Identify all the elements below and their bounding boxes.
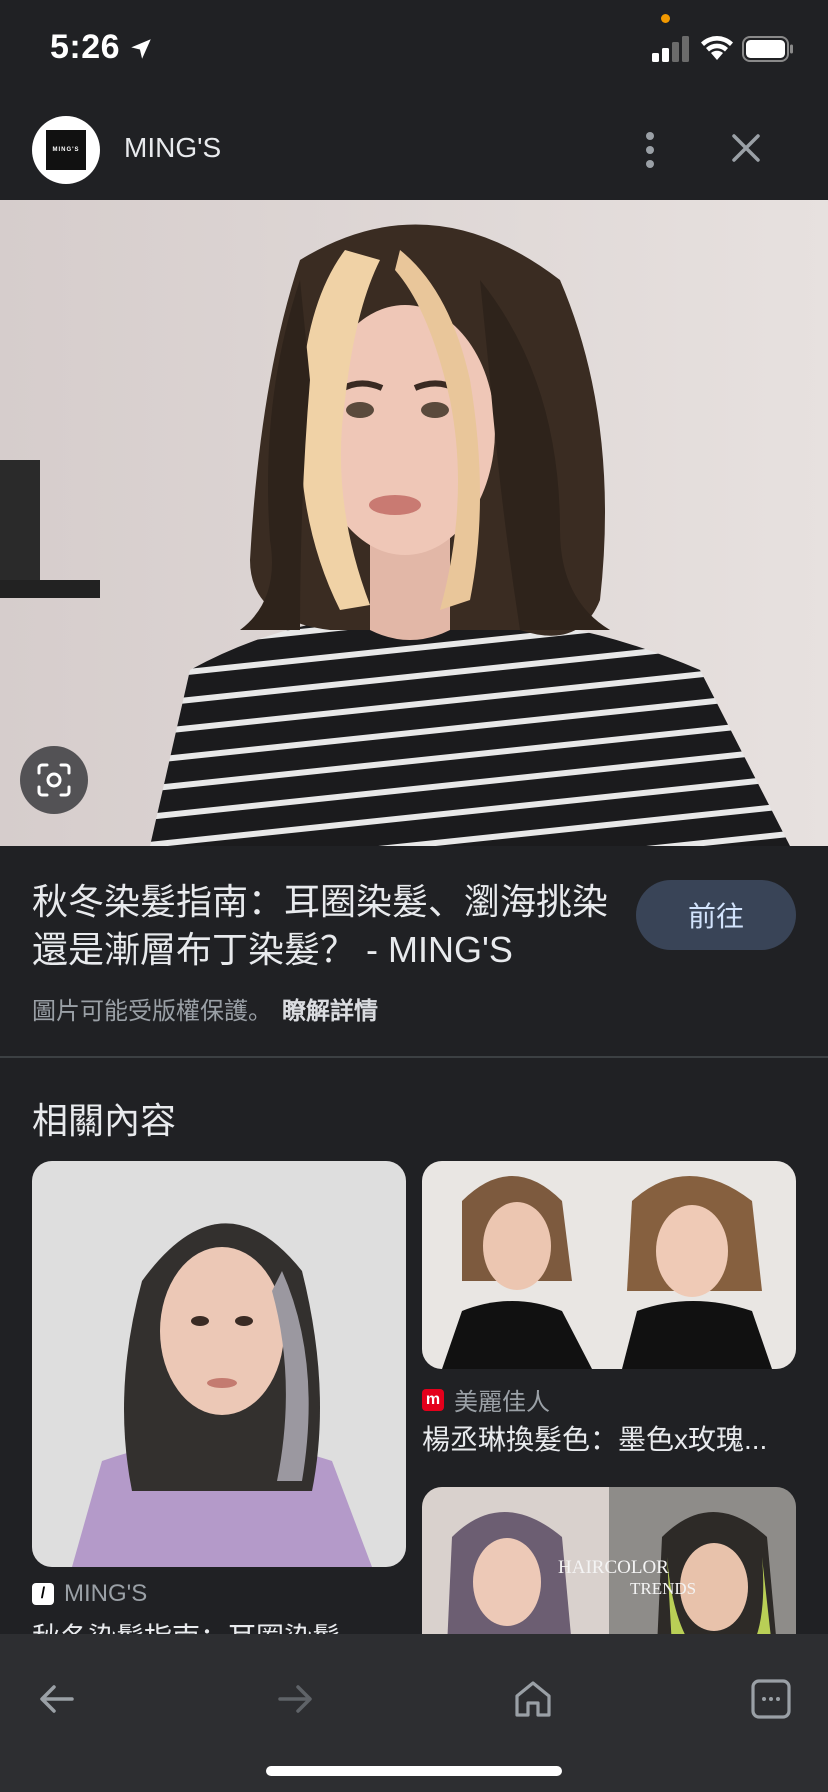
home-icon[interactable]	[508, 1674, 558, 1724]
haircolor-text: HAIRCOLOR	[558, 1557, 669, 1578]
tabs-icon[interactable]	[746, 1674, 796, 1724]
status-bar: 5:26	[0, 0, 828, 100]
marie-claire-favicon-icon: m	[422, 1388, 444, 1411]
more-vert-icon[interactable]	[630, 124, 670, 176]
learn-more-link[interactable]: 瞭解詳情	[282, 998, 378, 1025]
cellular-signal-icon	[652, 36, 689, 62]
lens-button[interactable]	[20, 746, 88, 814]
result-title[interactable]: 秋冬染髮指南：耳圈染髮、瀏海挑染還是漸層布丁染髮？ - MING'S	[32, 878, 622, 974]
related-source-2[interactable]: m 美麗佳人	[422, 1382, 550, 1417]
related-source-name-2: 美麗佳人	[454, 1389, 550, 1416]
related-source-1[interactable]: / MING'S	[32, 1580, 147, 1608]
google-lens-icon	[37, 763, 71, 797]
mings-favicon-icon: /	[32, 1583, 54, 1605]
related-heading: 相關內容	[32, 1100, 177, 1141]
related-image-2[interactable]	[422, 1161, 796, 1369]
main-photo	[0, 200, 828, 846]
related-caption-2[interactable]: 楊丞琳換髮色：墨色x玫瑰...	[422, 1418, 796, 1458]
location-arrow-icon	[131, 39, 151, 59]
home-indicator[interactable]	[266, 1766, 562, 1776]
status-time: 5:26	[50, 28, 121, 66]
related-image-1[interactable]	[32, 1161, 406, 1567]
related-photo-2	[422, 1161, 796, 1369]
viewer-header: MING'S MING'S	[0, 100, 828, 200]
battery-icon	[742, 36, 793, 62]
forward-arrow-icon[interactable]	[270, 1674, 320, 1724]
site-logo-text: MING'S	[46, 130, 86, 170]
close-icon[interactable]	[724, 126, 768, 170]
site-logo[interactable]: MING'S	[32, 116, 100, 184]
main-image[interactable]	[0, 200, 828, 846]
site-name[interactable]: MING'S	[124, 132, 221, 164]
camera-indicator-dot	[661, 14, 670, 23]
related-source-name-1: MING'S	[64, 1580, 148, 1607]
trends-text: TRENDS	[630, 1579, 697, 1598]
back-arrow-icon[interactable]	[32, 1674, 82, 1724]
visit-button[interactable]: 前往	[636, 880, 796, 950]
wifi-icon	[701, 36, 733, 60]
copyright-notice: 圖片可能受版權保護。 瞭解詳情	[32, 991, 378, 1026]
divider	[0, 1056, 828, 1058]
copyright-text: 圖片可能受版權保護。	[32, 998, 272, 1025]
related-photo-1	[32, 1161, 406, 1567]
